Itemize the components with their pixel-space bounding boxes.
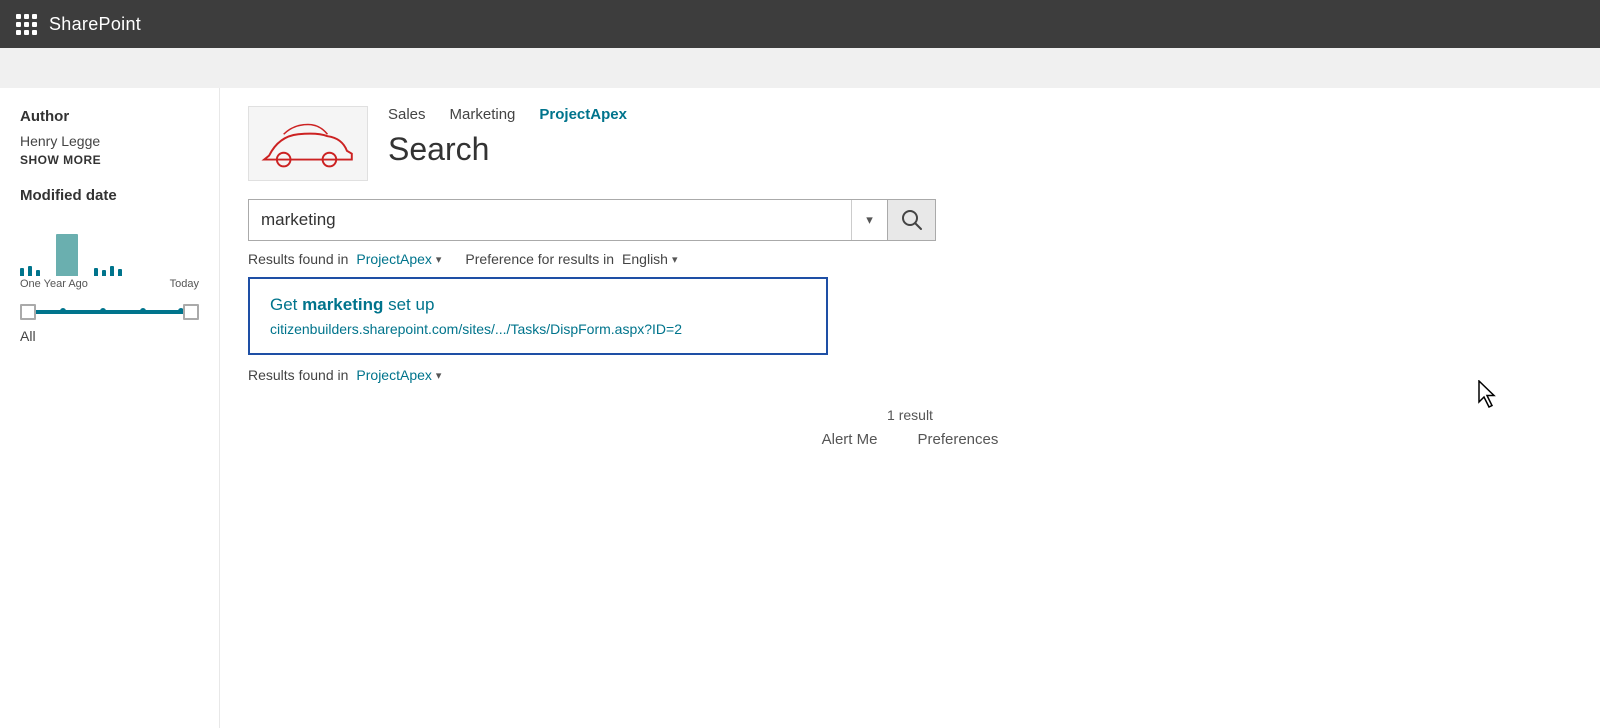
waffle-icon[interactable] [16,14,37,35]
chart-labels: One Year Ago Today [20,278,199,290]
search-bar-area: ▾ [248,199,1572,241]
filter-language-label: Preference for results in [465,251,614,267]
filter-scope[interactable]: Results found in ProjectApex ▾ [248,251,441,267]
search-dropdown-button[interactable]: ▾ [851,200,887,240]
chart-bar [94,268,98,276]
filter-scope-arrow: ▾ [436,253,442,266]
nav-link-sales[interactable]: Sales [388,106,426,123]
app-title: SharePoint [49,14,141,35]
filter-scope-label: Results found in [248,251,348,267]
filter-scope-value: ProjectApex [356,251,431,267]
chart-bar [28,266,32,276]
date-range-slider[interactable] [20,300,199,324]
result-url[interactable]: citizenbuilders.sharepoint.com/sites/...… [270,321,806,337]
bottom-area: 1 result Alert Me Preferences [220,407,1600,448]
slider-dot-3 [140,308,146,314]
slider-handle-right[interactable] [183,304,199,320]
site-title-area: Sales Marketing ProjectApex Search [388,106,627,168]
modified-date-title: Modified date [20,187,199,204]
show-more-button[interactable]: SHOW MORE [20,153,199,167]
search-input[interactable] [249,210,851,230]
site-nav-links: Sales Marketing ProjectApex [388,106,627,123]
slider-dot-2 [100,308,106,314]
result-title-bold: marketing [302,295,383,314]
result-title-prefix: Get [270,295,302,314]
filter-language-arrow: ▾ [672,253,678,266]
search-input-wrapper: ▾ [248,199,888,241]
chart-bars [20,216,199,276]
slider-dot-1 [60,308,66,314]
author-name: Henry Legge [20,133,199,149]
nav-link-marketing[interactable]: Marketing [450,106,516,123]
chart-bar [110,266,114,276]
sidebar-all-label: All [20,328,199,344]
slider-track [20,310,199,314]
result-title-suffix: set up [383,295,434,314]
chart-label-right: Today [170,278,199,290]
chart-bar [20,268,24,276]
author-section-title: Author [20,108,199,125]
second-filter-value: ProjectApex [356,367,431,383]
date-chart: One Year Ago Today [20,216,199,290]
sub-nav-bar [0,48,1600,88]
chart-label-left: One Year Ago [20,278,88,290]
search-go-button[interactable] [888,199,936,241]
filter-language[interactable]: Preference for results in English ▾ [465,251,677,267]
alert-me-link[interactable]: Alert Me [822,431,878,448]
second-filter-label: Results found in [248,367,348,383]
header-area: Sales Marketing ProjectApex Search [220,88,1600,181]
chart-bar [118,269,122,276]
chart-bar [36,270,40,276]
main-content: Sales Marketing ProjectApex Search ▾ [220,88,1600,728]
filter-language-value: English [622,251,668,267]
filter-bar: Results found in ProjectApex ▾ Preferenc… [248,251,1572,267]
second-filter-bar: Results found in ProjectApex ▾ [248,367,1572,383]
results-area: Get marketing set up citizenbuilders.sha… [248,277,1572,355]
result-card: Get marketing set up citizenbuilders.sha… [248,277,828,355]
search-icon [901,209,923,231]
bottom-links: Alert Me Preferences [220,431,1600,448]
chart-bar-main [56,234,78,276]
preferences-link[interactable]: Preferences [917,431,998,448]
second-filter-arrow: ▾ [436,369,442,382]
result-title-link[interactable]: Get marketing set up [270,295,806,315]
sidebar: Author Henry Legge SHOW MORE Modified da… [0,88,220,728]
chart-bar [102,270,106,276]
top-nav-bar: SharePoint [0,0,1600,48]
slider-handle-left[interactable] [20,304,36,320]
nav-link-projectapex[interactable]: ProjectApex [539,106,627,123]
site-logo [248,106,368,181]
result-count: 1 result [220,407,1600,423]
page-title: Search [388,131,627,168]
